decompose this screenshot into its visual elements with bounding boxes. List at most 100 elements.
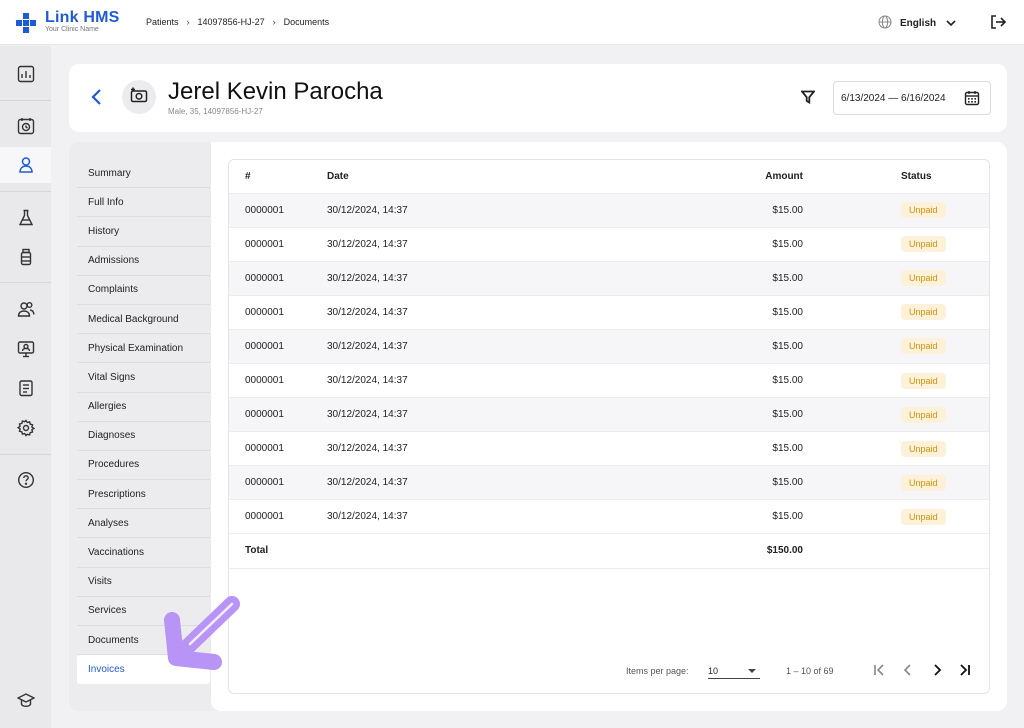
table-row[interactable]: 0000001 30/12/2024, 14:37 $15.00 Unpaid xyxy=(229,329,989,364)
status-badge: Unpaid xyxy=(901,338,946,355)
invoice-amount: $15.00 xyxy=(707,397,803,432)
table-row[interactable]: 0000001 30/12/2024, 14:37 $15.00 Unpaid xyxy=(229,431,989,466)
table-row[interactable]: 0000001 30/12/2024, 14:37 $15.00 Unpaid xyxy=(229,397,989,432)
date-range-value: 6/13/2024 — 6/16/2024 xyxy=(841,92,946,104)
nav-item-allergies[interactable]: Allergies xyxy=(77,393,210,422)
nav-item-diagnoses[interactable]: Diagnoses xyxy=(77,422,210,451)
clipboard-icon[interactable] xyxy=(0,370,51,406)
nav-item-summary[interactable]: Summary xyxy=(77,159,210,189)
nav-item-vital-signs[interactable]: Vital Signs xyxy=(77,363,210,393)
invoice-date: 30/12/2024, 14:37 xyxy=(327,375,408,387)
page-range: 1 – 10 of 69 xyxy=(786,666,834,676)
dashboard-icon[interactable] xyxy=(0,56,51,92)
invoice-date: 30/12/2024, 14:37 xyxy=(327,511,408,523)
nav-item-history[interactable]: History xyxy=(77,217,210,247)
brand-logo-icon xyxy=(16,13,36,33)
first-page-icon[interactable] xyxy=(872,663,886,679)
nav-item-full-info[interactable]: Full Info xyxy=(77,188,210,218)
total-label: Total xyxy=(229,533,327,569)
invoice-amount: $15.00 xyxy=(772,443,803,455)
previous-page-icon[interactable] xyxy=(901,663,915,679)
user-icon[interactable] xyxy=(0,147,51,183)
camera-add-icon xyxy=(130,87,148,108)
last-page-icon[interactable] xyxy=(958,663,972,679)
monitor-user-icon[interactable] xyxy=(0,331,51,367)
graduation-cap-icon[interactable] xyxy=(0,682,51,718)
header-number[interactable]: # xyxy=(229,160,327,193)
table-row[interactable]: 0000001 30/12/2024, 14:37 $15.00 Unpaid xyxy=(229,363,989,397)
header-status[interactable]: Status xyxy=(803,160,989,193)
nav-item-complaints[interactable]: Complaints xyxy=(77,276,210,305)
invoice-number: 0000001 xyxy=(245,375,284,387)
table-row[interactable]: 0000001 30/12/2024, 14:37 $15.00 Unpaid xyxy=(229,193,989,228)
rail-divider xyxy=(0,282,51,283)
items-per-page-label: Items per page: xyxy=(626,666,689,676)
breadcrumb-patient-id[interactable]: 14097856-HJ-27 xyxy=(198,17,265,27)
next-page-icon[interactable] xyxy=(930,663,944,679)
invoice-number: 0000001 xyxy=(229,261,327,296)
breadcrumb-documents[interactable]: Documents xyxy=(284,17,330,27)
invoice-number: 0000001 xyxy=(245,238,284,250)
help-icon[interactable] xyxy=(0,462,51,498)
invoice-amount: $15.00 xyxy=(772,238,803,250)
table-header-row: # Date Amount Status xyxy=(229,160,989,193)
nav-item-medical-background[interactable]: Medical Background xyxy=(77,305,210,335)
invoice-date: 30/12/2024, 14:37 xyxy=(327,329,707,364)
table-row[interactable]: 0000001 30/12/2024, 14:37 $15.00 Unpaid xyxy=(229,499,989,534)
status-badge: Unpaid xyxy=(901,270,946,287)
header-amount[interactable]: Amount xyxy=(707,160,803,193)
rail-divider xyxy=(0,100,51,101)
gear-icon[interactable] xyxy=(0,410,51,446)
breadcrumb: Patients › 14097856-HJ-27 › Documents xyxy=(146,17,329,27)
status-badge: Unpaid xyxy=(901,440,946,457)
date-range-picker[interactable]: 6/13/2024 — 6/16/2024 xyxy=(833,81,991,115)
nav-item-vaccinations[interactable]: Vaccinations xyxy=(77,538,210,568)
status-badge: Unpaid xyxy=(901,406,946,423)
invoice-date: 30/12/2024, 14:37 xyxy=(327,306,408,318)
logout-icon[interactable] xyxy=(990,14,1007,35)
invoice-date: 30/12/2024, 14:37 xyxy=(327,238,408,250)
table-row[interactable]: 0000001 30/12/2024, 14:37 $15.00 Unpaid xyxy=(229,261,989,296)
back-arrow-icon[interactable] xyxy=(89,88,105,111)
invoice-number: 0000001 xyxy=(245,443,284,455)
invoice-number: 0000001 xyxy=(229,329,327,364)
status-badge: Unpaid xyxy=(901,508,946,525)
nav-item-admissions[interactable]: Admissions xyxy=(77,247,210,276)
invoice-amount: $15.00 xyxy=(707,261,803,296)
invoice-number: 0000001 xyxy=(229,397,327,432)
annotation-arrow-icon xyxy=(160,590,250,675)
header-date[interactable]: Date xyxy=(327,160,707,193)
invoice-date: 30/12/2024, 14:37 xyxy=(327,397,707,432)
breadcrumb-patients[interactable]: Patients xyxy=(146,17,179,27)
nav-item-physical-examination[interactable]: Physical Examination xyxy=(77,334,210,364)
users-icon[interactable] xyxy=(0,291,51,327)
table-row[interactable]: 0000001 30/12/2024, 14:37 $15.00 Unpaid xyxy=(229,227,989,261)
chevron-right-icon: › xyxy=(186,17,190,27)
table-row[interactable]: 0000001 30/12/2024, 14:37 $15.00 Unpaid xyxy=(229,295,989,329)
filter-icon[interactable] xyxy=(800,90,816,109)
flask-icon[interactable] xyxy=(0,200,51,236)
language-selector[interactable]: English xyxy=(878,15,956,32)
invoice-amount: $15.00 xyxy=(772,375,803,387)
invoice-amount: $15.00 xyxy=(772,306,803,318)
avatar-upload-button[interactable] xyxy=(122,80,156,114)
calendar-icon[interactable] xyxy=(964,90,980,109)
total-amount: $150.00 xyxy=(707,533,803,569)
dropdown-caret-icon xyxy=(748,669,756,673)
invoices-table-card: # Date Amount Status 0000001 30/12/2024, … xyxy=(228,159,990,694)
total-row: Total $150.00 xyxy=(229,533,989,569)
calendar-clock-icon[interactable] xyxy=(0,108,51,144)
items-per-page-select[interactable]: 10 xyxy=(708,661,760,679)
brand[interactable]: Link HMS Your Clinic Name xyxy=(16,9,120,34)
globe-icon xyxy=(878,15,892,32)
patient-meta: Male, 35, 14097856-HJ-27 xyxy=(168,107,263,116)
nav-item-analyses[interactable]: Analyses xyxy=(77,509,210,539)
table-row[interactable]: 0000001 30/12/2024, 14:37 $15.00 Unpaid xyxy=(229,465,989,500)
invoice-number: 0000001 xyxy=(229,193,327,228)
invoice-number: 0000001 xyxy=(229,465,327,500)
nav-item-procedures[interactable]: Procedures xyxy=(77,451,210,481)
status-badge: Unpaid xyxy=(901,474,946,491)
nav-item-prescriptions[interactable]: Prescriptions xyxy=(77,480,210,510)
medicine-bottle-icon[interactable] xyxy=(0,239,51,275)
status-badge: Unpaid xyxy=(901,304,946,321)
